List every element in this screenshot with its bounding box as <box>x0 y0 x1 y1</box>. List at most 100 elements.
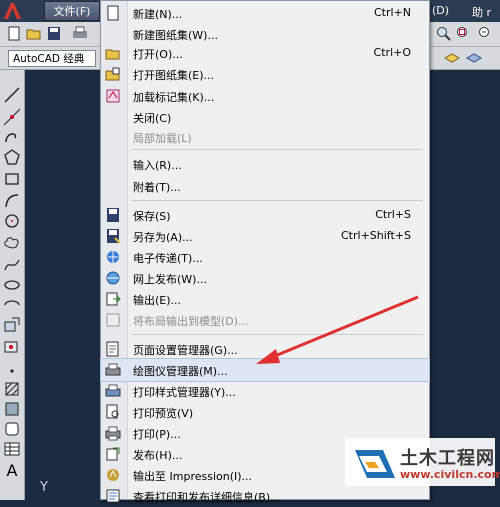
ellipse-icon[interactable] <box>3 276 21 294</box>
save-icon <box>107 208 119 222</box>
circle-icon[interactable] <box>3 212 21 230</box>
rectangle-icon[interactable] <box>3 170 21 188</box>
menu-item-label: 将布局输出到模型(D)... <box>133 315 249 328</box>
menu-file[interactable]: 文件(F) <box>44 1 100 21</box>
zoom-previous-icon[interactable] <box>478 26 494 41</box>
menu-item-5[interactable]: 关闭(C) <box>101 106 429 128</box>
workspace-dropdown[interactable]: AutoCAD 经典 <box>8 50 96 67</box>
construction-line-icon[interactable] <box>3 108 21 126</box>
menu-help[interactable]: 助 r <box>472 4 491 20</box>
plotter-icon <box>105 363 121 376</box>
point-icon[interactable] <box>3 362 21 380</box>
gradient-icon[interactable] <box>3 400 21 418</box>
menu-item-label: 局部加载(L) <box>133 132 192 145</box>
menu-separator <box>131 334 423 335</box>
menu-item-4[interactable]: 加载标记集(K)... <box>101 85 429 107</box>
revision-cloud-icon[interactable] <box>3 234 21 252</box>
menu-item-14: 将布局输出到模型(D)... <box>101 309 429 331</box>
menu-item-16[interactable]: 绘图仪管理器(M)... <box>100 358 430 382</box>
table-icon[interactable] <box>3 440 21 458</box>
menu-separator <box>131 149 423 150</box>
menu-item-shortcut: Ctrl+N <box>373 6 411 19</box>
ellipse-arc-icon[interactable] <box>3 296 21 314</box>
menu-item-2[interactable]: 打开(O)... Ctrl+O <box>101 42 429 64</box>
menu-item-10[interactable]: 另存为(A)... Ctrl+Shift+S <box>101 225 429 247</box>
layer-previous-icon[interactable] <box>466 50 482 65</box>
menu-item-8[interactable]: 附着(T)... <box>101 175 429 197</box>
menu-item-3[interactable]: 打开图纸集(E)... <box>101 63 429 85</box>
draw-toolbar: A <box>0 70 25 500</box>
menu-dimension[interactable]: (D) <box>432 4 449 17</box>
layout-export-icon <box>106 313 120 327</box>
markup-icon <box>106 89 120 103</box>
menu-item-label: 新建(N)... <box>133 8 183 21</box>
open-sheetset-icon <box>105 67 120 81</box>
menu-item-label: 电子传递(T)... <box>133 252 203 265</box>
export-icon <box>106 292 121 306</box>
open-folder-icon[interactable] <box>26 26 42 41</box>
print-preview-icon <box>106 404 119 419</box>
autocad-logo-icon[interactable] <box>0 0 26 22</box>
menu-item-label: 加载标记集(K)... <box>133 91 215 104</box>
multiline-text-icon[interactable]: A <box>3 462 21 480</box>
spline-icon[interactable] <box>3 256 21 274</box>
menu-item-label: 网上发布(W)... <box>133 273 207 286</box>
menu-item-label: 发布(H)... <box>133 449 183 462</box>
menu-item-label: 另存为(A)... <box>133 231 193 244</box>
polyline-icon[interactable] <box>3 128 21 146</box>
plot-style-icon <box>105 384 121 397</box>
menu-item-18[interactable]: 打印预览(V) <box>101 401 429 423</box>
publish-web-icon <box>106 271 120 285</box>
menu-item-label: 打开(O)... <box>133 48 183 61</box>
layer-icon[interactable] <box>444 50 460 65</box>
menu-item-label: 保存(S) <box>133 210 171 223</box>
save-icon[interactable] <box>46 26 62 41</box>
menu-item-label: 打印样式管理器(Y)... <box>133 386 236 399</box>
print-icon[interactable] <box>72 26 88 41</box>
line-icon[interactable] <box>3 86 21 104</box>
menu-item-label: 打印(P)... <box>133 428 181 441</box>
open-folder-icon <box>105 49 120 60</box>
zoom-icon[interactable] <box>436 26 452 41</box>
new-file-icon <box>107 5 119 21</box>
menu-item-label: 新建图纸集(W)... <box>133 29 218 42</box>
polygon-icon[interactable] <box>3 148 21 166</box>
menu-item-label: 输出至 Impression(I)... <box>133 470 253 483</box>
menu-item-15[interactable]: 页面设置管理器(G)... <box>101 338 429 360</box>
menu-item-9[interactable]: 保存(S) Ctrl+S <box>101 204 429 226</box>
menu-item-12[interactable]: 网上发布(W)... <box>101 267 429 289</box>
page-setup-icon <box>106 341 119 357</box>
menu-separator <box>131 200 423 201</box>
menu-item-label: 打印预览(V) <box>133 407 194 420</box>
menu-item-label: 输入(R)... <box>133 159 182 172</box>
menu-item-shortcut: Ctrl+O <box>373 46 411 59</box>
region-icon[interactable] <box>3 420 21 438</box>
make-block-icon[interactable] <box>3 338 21 356</box>
menu-item-7[interactable]: 输入(R)... <box>101 153 429 175</box>
menu-item-label: 页面设置管理器(G)... <box>133 344 238 357</box>
menu-item-label: 打开图纸集(E)... <box>133 69 215 82</box>
menu-item-11[interactable]: 电子传递(T)... <box>101 246 429 268</box>
menu-item-label: 绘图仪管理器(M)... <box>133 365 228 378</box>
menu-item-label: 输出(E)... <box>133 294 182 307</box>
zoom-window-icon[interactable] <box>456 26 472 41</box>
ucs-y-axis-label: Y <box>40 480 48 495</box>
menu-item-0[interactable]: 新建(N)... Ctrl+N <box>101 2 429 24</box>
insert-block-icon[interactable] <box>3 316 21 334</box>
menu-item-13[interactable]: 输出(E)... <box>101 288 429 310</box>
watermark-url: www.civilcn.com <box>400 468 500 481</box>
etransmit-icon <box>107 251 119 263</box>
new-file-icon[interactable] <box>6 26 22 41</box>
menu-item-shortcut: Ctrl+Shift+S <box>341 229 411 242</box>
hatch-icon[interactable] <box>3 380 21 398</box>
details-icon <box>106 489 120 503</box>
menu-item-22[interactable]: 查看打印和发布详细信息(B)... <box>101 485 429 507</box>
file-menu-dropdown: 新建(N)... Ctrl+N 新建图纸集(W)... 打开(O)... Ctrl+O 打… <box>100 0 430 504</box>
menu-item-17[interactable]: 打印样式管理器(Y)... <box>101 380 429 402</box>
menu-item-label: 关闭(C) <box>133 112 172 125</box>
save-as-icon <box>107 229 121 244</box>
publish-icon <box>106 447 120 461</box>
menu-item-label: 附着(T)... <box>133 181 181 194</box>
impression-icon <box>107 469 119 481</box>
arc-icon[interactable] <box>3 192 21 210</box>
